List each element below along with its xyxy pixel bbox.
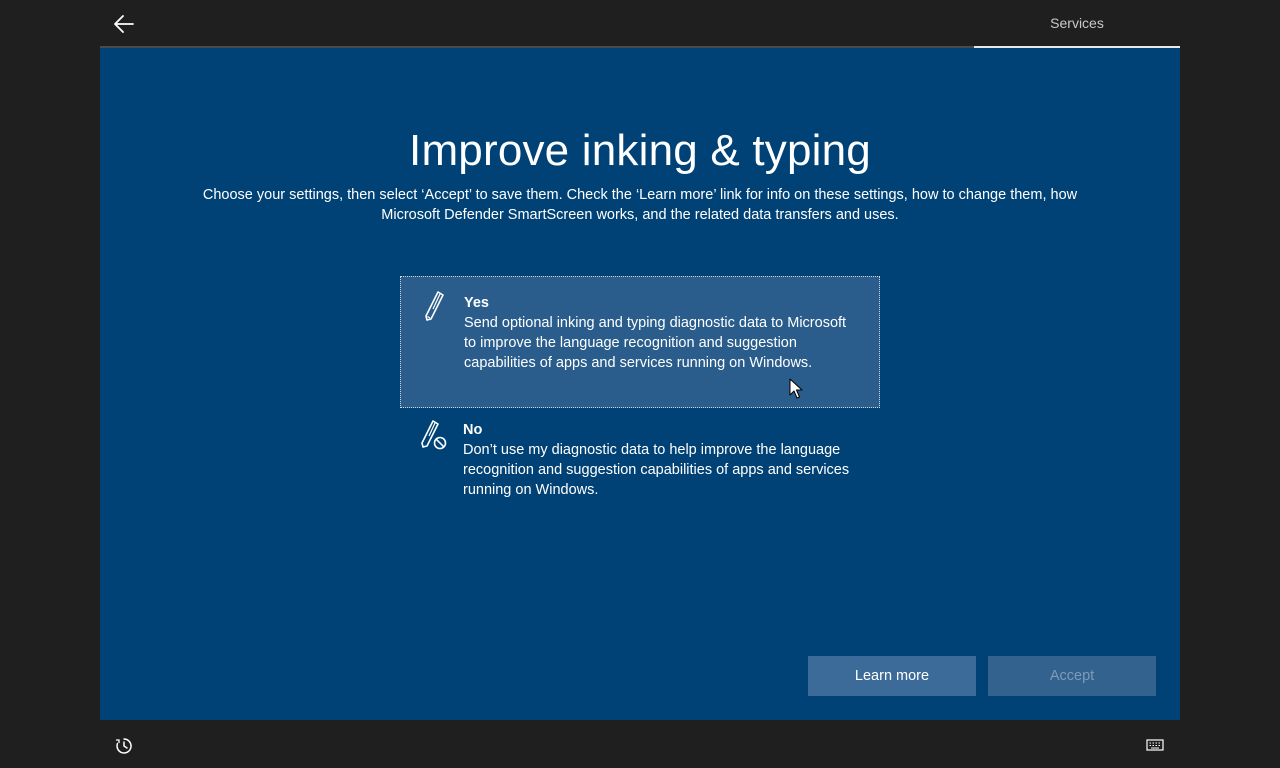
- page-title: Improve inking & typing: [409, 126, 871, 175]
- mouse-cursor-icon: [789, 378, 803, 399]
- option-no-title: No: [463, 422, 483, 438]
- back-button[interactable]: [108, 9, 140, 39]
- option-yes-description: Send optional inking and typing diagnost…: [464, 315, 847, 371]
- tab-services-label: Services: [1050, 15, 1104, 31]
- option-yes-title: Yes: [464, 295, 489, 311]
- option-no-description: Don’t use my diagnostic data to help imp…: [463, 442, 850, 498]
- keyboard-icon[interactable]: [1146, 738, 1164, 752]
- learn-more-button[interactable]: Learn more: [808, 656, 976, 696]
- page-subtitle: Choose your settings, then select ‘Accep…: [202, 187, 1078, 223]
- pen-icon: [425, 291, 444, 321]
- option-no[interactable]: No Don’t use my diagnostic data to help …: [400, 410, 880, 510]
- tab-services[interactable]: Services: [974, 0, 1180, 48]
- main-panel: Improve inking & typing Choose your sett…: [100, 48, 1180, 720]
- top-bar: Services: [0, 0, 1280, 48]
- pen-blocked-icon: [421, 420, 447, 450]
- ease-of-access-icon[interactable]: [114, 736, 134, 756]
- accept-button[interactable]: Accept: [988, 656, 1156, 696]
- back-arrow-icon: [114, 15, 134, 33]
- bottom-bar: [0, 720, 1280, 768]
- option-yes[interactable]: Yes Send optional inking and typing diag…: [400, 276, 880, 408]
